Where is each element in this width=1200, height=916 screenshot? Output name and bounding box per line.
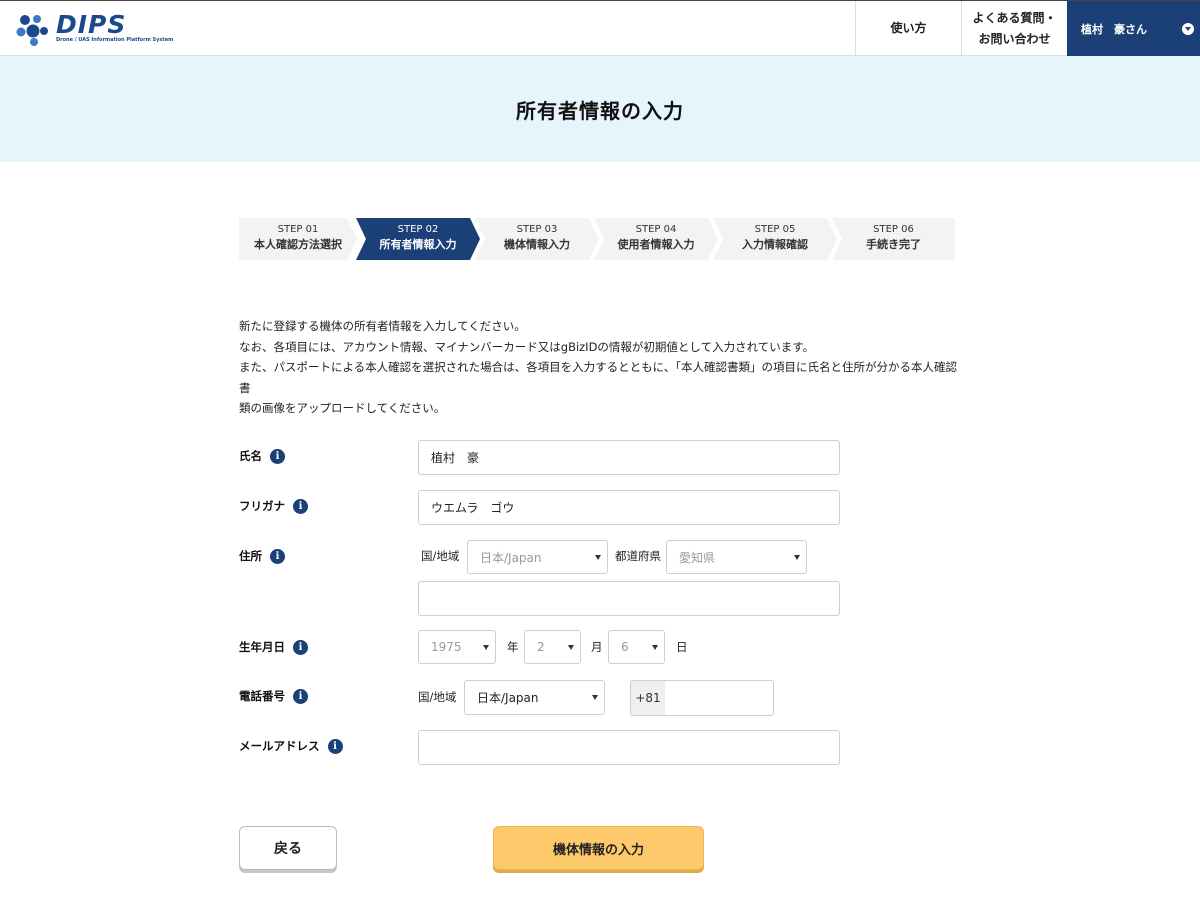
nav-faq-label-line1: よくある質問・ (972, 10, 1057, 25)
dips-logo[interactable]: DIPS Drone / UAS Information Platform Sy… (14, 10, 173, 48)
email-label: メールアドレス i (239, 738, 343, 754)
step-04: STEP 04 使用者情報入力 (594, 218, 718, 260)
phone-prefix: +81 (630, 680, 666, 716)
info-icon[interactable]: i (293, 639, 308, 655)
birthday-label: 生年月日 i (239, 639, 308, 655)
birth-year-select[interactable]: 1975 (418, 630, 496, 664)
phone-country-label: 国/地域 (418, 690, 457, 704)
step-number: STEP 02 (397, 224, 439, 235)
furigana-label-text: フリガナ (239, 499, 285, 513)
step-label: 機体情報入力 (504, 238, 570, 251)
intro-line: また、パスポートによる本人確認を選択された場合は、各項目を入力するとともに、「本… (239, 360, 958, 395)
furigana-input[interactable]: ウエムラ ゴウ (418, 490, 840, 525)
email-input[interactable] (418, 730, 840, 765)
intro-line: なお、各項目には、アカウント情報、マイナンバーカード又はgBizIDの情報が初期… (239, 339, 815, 354)
step-number: STEP 01 (277, 224, 319, 235)
step-01: STEP 01 本人確認方法選択 (239, 218, 357, 260)
name-input[interactable]: 植村 豪 (418, 440, 840, 475)
birthday-label-text: 生年月日 (239, 640, 285, 654)
step-label: 本人確認方法選択 (254, 238, 342, 251)
phone-country-value: 日本/Japan (477, 691, 539, 705)
intro-text: 新たに登録する機体の所有者情報を入力してください。 なお、各項目には、アカウント… (239, 316, 964, 419)
address-country-select[interactable]: 日本/Japan (467, 540, 608, 574)
info-icon[interactable]: i (293, 498, 308, 514)
month-unit: 月 (591, 640, 603, 654)
address-detail-input[interactable] (418, 581, 840, 616)
info-icon[interactable]: i (270, 548, 285, 564)
step-03: STEP 03 機体情報入力 (475, 218, 599, 260)
year-unit: 年 (507, 640, 519, 654)
chevron-down-icon (1182, 23, 1194, 35)
phone-prefix-value: +81 (635, 691, 661, 705)
address-country-value: 日本/Japan (480, 550, 542, 565)
back-button-label: 戻る (274, 841, 302, 857)
birth-day-value: 6 (621, 640, 629, 654)
prefecture-select[interactable]: 愛知県 (666, 540, 807, 574)
address-country-label: 国/地域 (421, 549, 460, 563)
nav-howto[interactable]: 使い方 (855, 1, 961, 56)
step-06: STEP 06 手続き完了 (832, 218, 955, 260)
phone-country-select[interactable]: 日本/Japan (464, 680, 605, 715)
back-button[interactable]: 戻る (239, 826, 337, 870)
nav-faq-contact[interactable]: よくある質問・ お問い合わせ (961, 1, 1067, 56)
step-label: 所有者情報入力 (379, 238, 457, 251)
phone-input[interactable] (665, 680, 774, 716)
step-number: STEP 03 (516, 224, 558, 235)
info-icon[interactable]: i (327, 738, 343, 754)
site-header: DIPS Drone / UAS Information Platform Sy… (0, 0, 1200, 56)
prefecture-label: 都道府県 (615, 549, 661, 563)
step-number: STEP 05 (754, 224, 796, 235)
intro-line: 類の画像をアップロードしてください。 (239, 401, 446, 415)
info-icon[interactable]: i (293, 688, 308, 704)
birth-day-select[interactable]: 6 (608, 630, 665, 664)
furigana-value: ウエムラ ゴウ (431, 501, 515, 515)
step-label: 入力情報確認 (742, 238, 808, 251)
furigana-label: フリガナ i (239, 498, 308, 514)
step-05: STEP 05 入力情報確認 (713, 218, 837, 260)
name-value: 植村 豪 (431, 451, 480, 465)
title-banner: 所有者情報の入力 (0, 56, 1200, 162)
step-number: STEP 06 (873, 224, 914, 235)
nav-howto-label: 使い方 (890, 21, 927, 35)
step-02: STEP 02 所有者情報入力 (356, 218, 480, 260)
next-button-label: 機体情報の入力 (552, 842, 644, 858)
page-title: 所有者情報の入力 (516, 98, 684, 123)
birth-month-value: 2 (537, 640, 545, 654)
user-name: 植村 豪さん (1081, 22, 1147, 36)
name-label-text: 氏名 (239, 449, 262, 463)
logo-mark-icon (16, 15, 48, 46)
name-label: 氏名 i (239, 448, 285, 464)
email-label-text: メールアドレス (239, 739, 320, 753)
next-aircraft-info-button[interactable]: 機体情報の入力 (493, 826, 704, 870)
prefecture-value: 愛知県 (679, 550, 716, 565)
intro-line: 新たに登録する機体の所有者情報を入力してください。 (239, 319, 526, 333)
birth-month-select[interactable]: 2 (524, 630, 581, 664)
step-label: 使用者情報入力 (617, 238, 695, 251)
address-label-text: 住所 (239, 549, 262, 563)
day-unit: 日 (676, 640, 688, 654)
step-label: 手続き完了 (866, 238, 921, 251)
user-menu[interactable]: 植村 豪さん (1067, 1, 1200, 56)
logo-wordmark: DIPS (56, 10, 127, 39)
info-icon[interactable]: i (270, 448, 285, 464)
phone-label: 電話番号 i (239, 688, 308, 704)
address-label: 住所 i (239, 548, 285, 564)
logo-subtitle: Drone / UAS Information Platform System (56, 37, 174, 43)
step-number: STEP 04 (635, 224, 677, 235)
nav-faq-label-line2: お問い合わせ (978, 31, 1051, 46)
step-progress: STEP 01 本人確認方法選択 STEP 02 所有者情報入力 STEP 03… (239, 218, 955, 260)
phone-label-text: 電話番号 (239, 689, 285, 703)
birth-year-value: 1975 (431, 640, 462, 654)
